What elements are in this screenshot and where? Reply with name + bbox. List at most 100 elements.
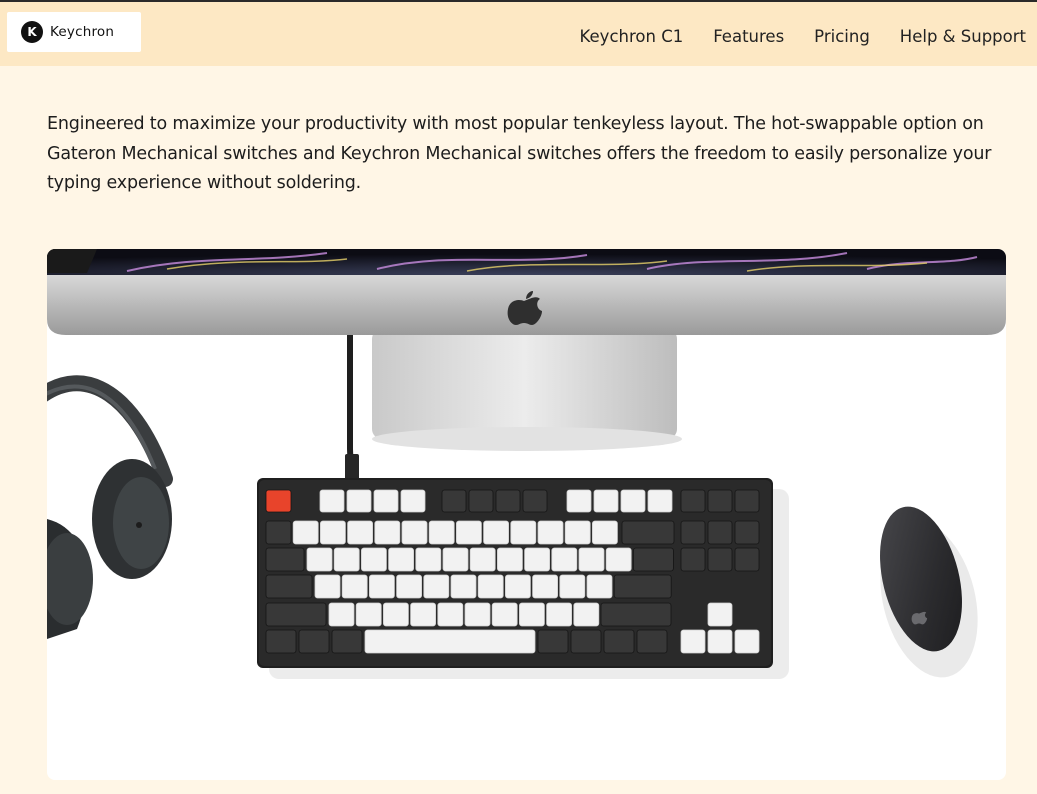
keycap (265, 520, 292, 545)
keycap (570, 629, 602, 654)
keycap (546, 602, 573, 627)
keycap (680, 520, 706, 545)
keychron-logo[interactable]: K Keychron (7, 12, 141, 52)
keycap (504, 574, 531, 599)
keycap (734, 547, 760, 572)
desk-setup-illustration (47, 249, 1006, 679)
keycap (423, 574, 450, 599)
keycap (483, 520, 510, 545)
keycap (734, 489, 760, 513)
keycap (593, 489, 619, 513)
keycap (328, 602, 355, 627)
keycap (469, 547, 496, 572)
keycap (559, 574, 586, 599)
keycap (566, 489, 592, 513)
keycap (522, 489, 548, 513)
keycap (605, 547, 632, 572)
magic-mouse-image (880, 506, 978, 678)
keycap (464, 602, 491, 627)
backspace-key (621, 520, 675, 545)
logo-wordmark: Keychron (50, 24, 115, 40)
keycap (532, 574, 559, 599)
keycap (707, 547, 733, 572)
keycap (437, 602, 464, 627)
arrow-down-key (707, 629, 733, 654)
arrow-up-key (707, 602, 733, 627)
keycap (633, 547, 674, 572)
keycap (537, 520, 564, 545)
keycap (524, 547, 551, 572)
nav-link-keychron-c1[interactable]: Keychron C1 (580, 27, 684, 46)
keycap (347, 520, 374, 545)
keycap (368, 574, 395, 599)
keycap (298, 629, 330, 654)
keycap (537, 629, 569, 654)
keycap (707, 520, 733, 545)
keycap (428, 520, 455, 545)
arrow-right-key (734, 629, 760, 654)
keycap (495, 489, 521, 513)
keycap (620, 489, 646, 513)
tab-key (265, 547, 305, 572)
site-header: K Keychron Keychron C1 Features Pricing … (0, 2, 1037, 66)
keycap (680, 489, 706, 513)
keycap (415, 547, 442, 572)
keycap (442, 547, 469, 572)
nav-link-features[interactable]: Features (713, 27, 784, 46)
keycap (734, 520, 760, 545)
headphones-image (47, 375, 173, 639)
keycap (292, 520, 319, 545)
keychron-logo-icon: K (21, 21, 43, 43)
keycap (636, 629, 668, 654)
keycap (455, 520, 482, 545)
intro-paragraph: Engineered to maximize your productivity… (47, 114, 992, 193)
keycap (346, 489, 372, 513)
nav-link-help-support[interactable]: Help & Support (900, 27, 1026, 46)
keycap (355, 602, 382, 627)
keycap (306, 547, 333, 572)
product-hero-image (47, 249, 1006, 780)
keycap (450, 574, 477, 599)
keycap (496, 547, 523, 572)
right-shift-key (600, 602, 672, 627)
keycap (265, 629, 297, 654)
keycap (647, 489, 673, 513)
keycap (468, 489, 494, 513)
main-nav: Keychron C1 Features Pricing Help & Supp… (550, 4, 1026, 68)
spacebar-key (364, 629, 536, 654)
keycap (477, 574, 504, 599)
keycap (586, 574, 613, 599)
keycap (680, 547, 706, 572)
keycap (396, 574, 423, 599)
arrow-left-key (680, 629, 706, 654)
keycap (592, 520, 618, 545)
keycap (319, 489, 345, 513)
enter-key (613, 574, 672, 599)
keycap (341, 574, 368, 599)
keycap (518, 602, 545, 627)
keycap (410, 602, 437, 627)
nav-link-pricing[interactable]: Pricing (814, 27, 870, 46)
keycap (564, 520, 591, 545)
keycap (510, 520, 537, 545)
keycap (388, 547, 415, 572)
keycap (551, 547, 578, 572)
escape-key (265, 489, 292, 513)
keycap (603, 629, 635, 654)
keycap (331, 629, 363, 654)
keycap (319, 520, 346, 545)
keycap (578, 547, 605, 572)
keycap (401, 520, 428, 545)
keycap (360, 547, 387, 572)
keycap (441, 489, 467, 513)
keycap (314, 574, 341, 599)
keycap (573, 602, 600, 627)
keycap (382, 602, 409, 627)
left-shift-key (265, 602, 327, 627)
keycap (373, 489, 399, 513)
keycap (374, 520, 401, 545)
keycap (707, 489, 733, 513)
keycap (491, 602, 518, 627)
caps-lock-key (265, 574, 313, 599)
keycap (333, 547, 360, 572)
